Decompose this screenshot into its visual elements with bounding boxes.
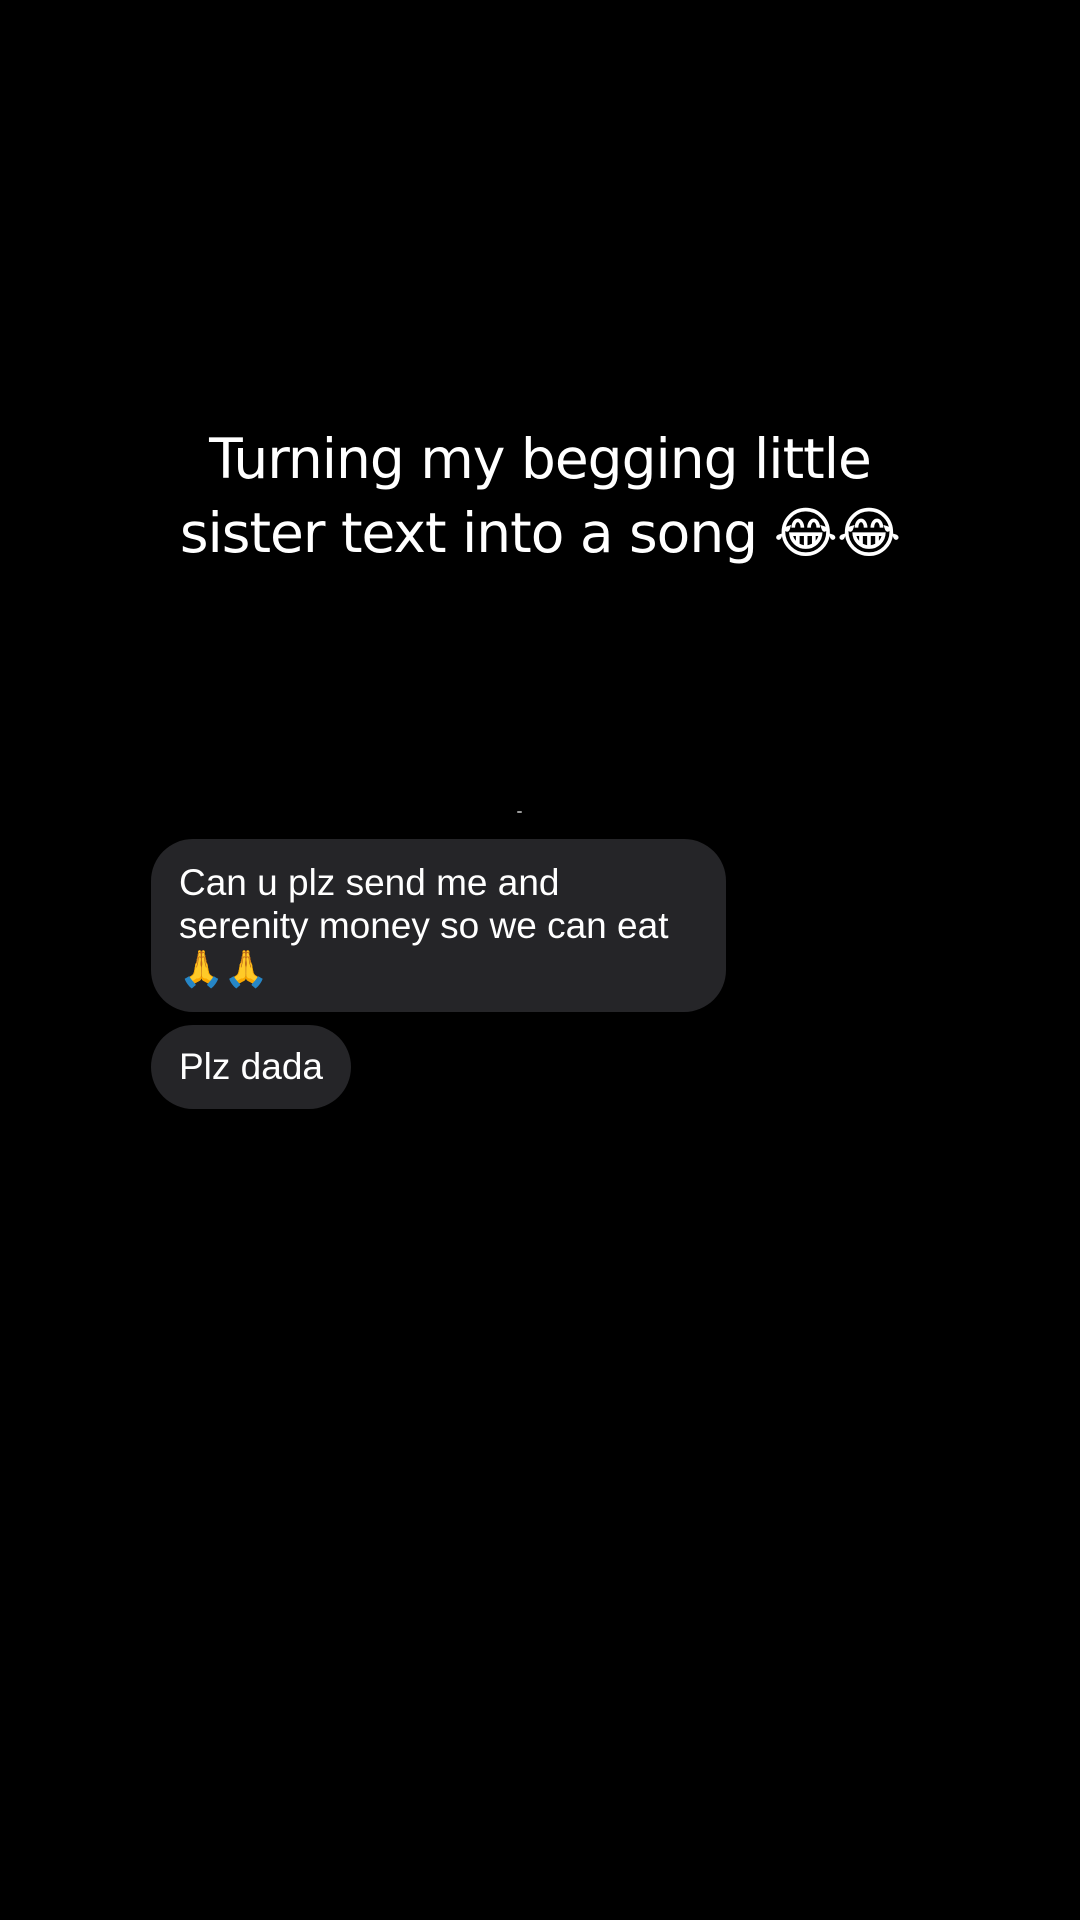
small-dash-mark	[517, 811, 522, 813]
caption-line-1: Turning my begging little	[209, 427, 872, 491]
message-text-line: Can u plz send me and	[179, 862, 560, 903]
video-caption: Turning my begging little sister text in…	[0, 422, 1080, 570]
caption-line-2: sister text into a song 😂😂	[179, 501, 901, 565]
praying-hands-emoji: 🙏🙏	[179, 948, 269, 989]
message-text-line: serenity money so we can eat	[179, 905, 669, 946]
incoming-message-bubble[interactable]: Plz dada	[151, 1025, 351, 1109]
message-thread: Can u plz send me and serenity money so …	[151, 839, 931, 1109]
message-text-line: Plz dada	[179, 1046, 323, 1087]
incoming-message-bubble[interactable]: Can u plz send me and serenity money so …	[151, 839, 726, 1012]
